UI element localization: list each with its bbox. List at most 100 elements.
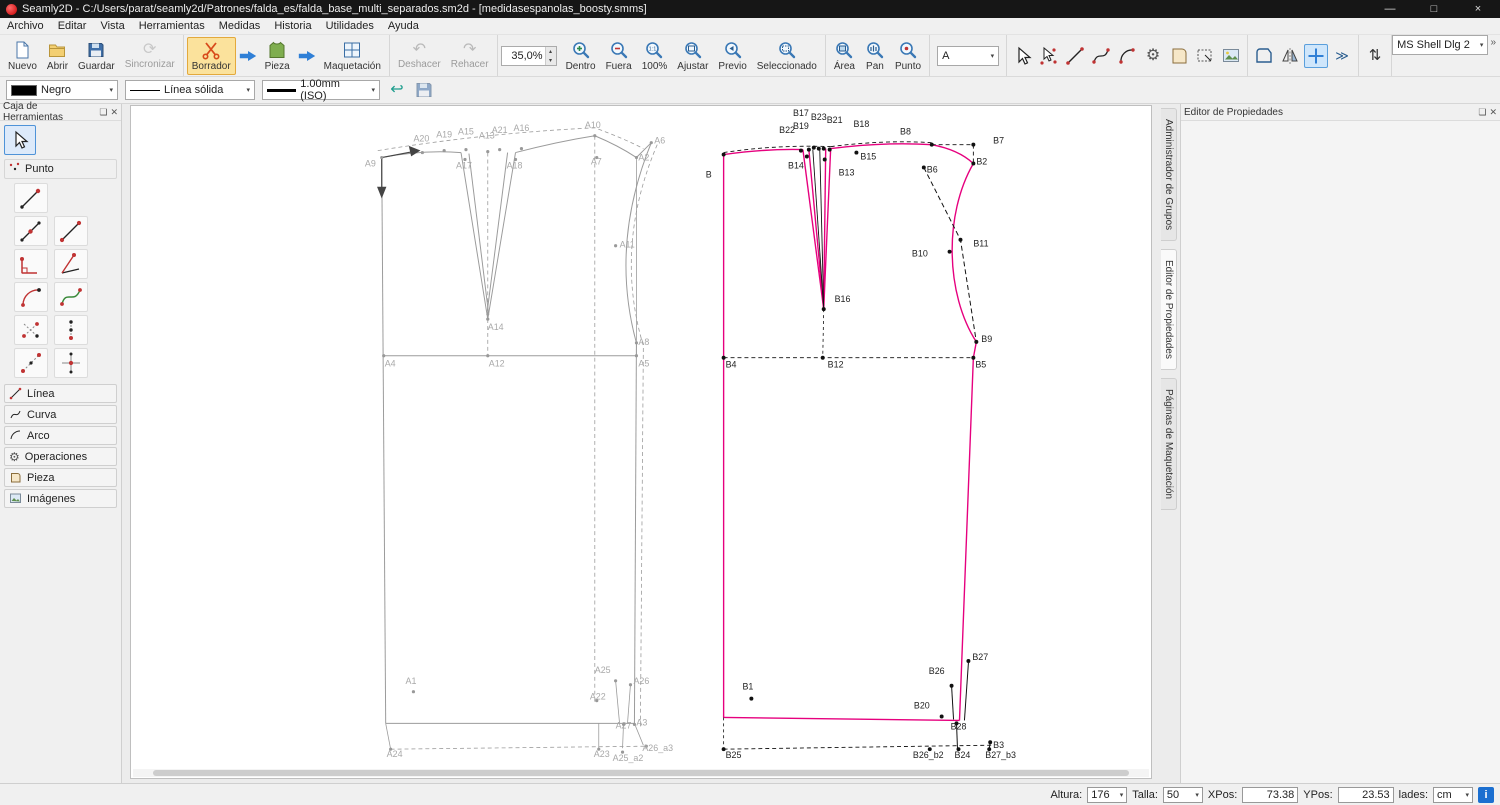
draft-block-select[interactable]: A ▾: [937, 45, 1000, 66]
point-A25[interactable]: [614, 679, 618, 683]
minimize-button[interactable]: —: [1368, 0, 1412, 18]
status-select-altura[interactable]: 176 ▾: [1087, 786, 1128, 803]
point-B9[interactable]: [974, 339, 979, 344]
point-A26[interactable]: [628, 683, 633, 687]
toolbox-section-punto[interactable]: Punto: [4, 159, 117, 179]
toolbar-node-select-tool[interactable]: [1037, 44, 1061, 68]
point-B18[interactable]: [827, 147, 832, 152]
point-A20[interactable]: [420, 150, 424, 155]
point-A19[interactable]: [442, 149, 446, 153]
toolbar-zoom-100[interactable]: 1:1 100%: [637, 37, 673, 75]
point-intersect-xy[interactable]: [14, 315, 48, 345]
float-panel-icon[interactable]: ❏: [1478, 107, 1486, 118]
toolbar-fuera[interactable]: Fuera: [601, 37, 637, 75]
point-B22[interactable]: [798, 148, 803, 153]
point-A11[interactable]: [614, 244, 618, 248]
toolbar-abrir[interactable]: Abrir: [42, 37, 73, 75]
menu-herramientas[interactable]: Herramientas: [132, 19, 212, 33]
status-select-lades[interactable]: cm ▾: [1433, 786, 1473, 803]
point-triangle[interactable]: [14, 348, 48, 378]
point-B20[interactable]: [939, 714, 944, 719]
drawing-canvas[interactable]: A9 A20 A19 A15 A13 A21 A16 A10 A6 A2 A17 A18 A7 A11 A1…: [130, 105, 1152, 779]
units-info-icon[interactable]: i: [1478, 786, 1494, 803]
point-B17[interactable]: [811, 145, 816, 150]
toolbar-more-tools[interactable]: ≫: [1330, 44, 1354, 68]
toolbox-section-pieza[interactable]: Pieza: [4, 468, 117, 487]
menu-historia[interactable]: Historia: [267, 19, 318, 33]
menu-ayuda[interactable]: Ayuda: [381, 19, 426, 33]
toolbar-pan[interactable]: Pan: [860, 37, 890, 75]
toolbar-punto[interactable]: Punto: [890, 37, 926, 75]
toolbar-previo[interactable]: Previo: [713, 37, 751, 75]
maximize-button[interactable]: □: [1412, 0, 1456, 18]
point-B21[interactable]: [821, 146, 826, 151]
line-color-select[interactable]: Negro ▾: [6, 80, 118, 100]
point-A10[interactable]: [593, 134, 597, 138]
point-B2[interactable]: [971, 161, 976, 166]
side-tab-administrador-de-grupos[interactable]: Administrador de Grupos: [1161, 108, 1177, 242]
point-A9[interactable]: [380, 155, 384, 160]
toolbar-piece-tool[interactable]: [1167, 44, 1191, 68]
point-A6[interactable]: [649, 141, 653, 145]
point-B6[interactable]: [921, 165, 926, 170]
toolbox-section-operaciones[interactable]: ⚙ Operaciones: [4, 447, 117, 466]
toolbar-line-tool[interactable]: [1063, 44, 1087, 68]
point-at-distance-angle[interactable]: [14, 183, 48, 213]
point-B26[interactable]: [949, 683, 954, 688]
point-on-perpendicular[interactable]: [14, 249, 48, 279]
point-A5[interactable]: [634, 354, 639, 358]
status-select-talla[interactable]: 50 ▾: [1162, 786, 1203, 803]
draft-block-b[interactable]: BB22B19B17 B23 B21 B18B8B7B2B14B13B15B6B16B…: [706, 108, 1016, 760]
point-B23[interactable]: [816, 146, 821, 151]
canvas-hscrollbar[interactable]: [133, 769, 1149, 777]
toolbar-select-tool[interactable]: [1011, 44, 1035, 68]
point-A16[interactable]: [519, 147, 524, 151]
toolbar-area[interactable]: Área: [829, 37, 860, 75]
point-along-line[interactable]: [14, 216, 48, 246]
point-B12[interactable]: [820, 355, 825, 360]
zoom-spinner[interactable]: 35,0% ▴ ▾: [500, 45, 557, 66]
toolbar-sincronizar[interactable]: ⟳ Sincronizar: [120, 39, 180, 73]
toolbox-section-arco[interactable]: Arco: [4, 426, 117, 445]
toolbox-section-imagenes[interactable]: Imágenes: [4, 489, 117, 508]
toolbar-dentro[interactable]: Dentro: [561, 37, 601, 75]
point-from-arc[interactable]: [14, 282, 48, 312]
point-A4[interactable]: [382, 354, 386, 358]
toolbar-overflow-chevron[interactable]: »: [1490, 37, 1496, 48]
side-tab-paginas-de-maquetacion[interactable]: Páginas de Maquetación: [1161, 378, 1177, 511]
toolbar-mirror-tool[interactable]: [1278, 44, 1302, 68]
point-from-curve[interactable]: [54, 282, 88, 312]
toolbar-nuevo[interactable]: Nuevo: [3, 37, 42, 75]
menu-utilidades[interactable]: Utilidades: [319, 19, 381, 33]
toolbar-pointer-crosshair-tool[interactable]: [1304, 43, 1329, 68]
point-vertical-axis[interactable]: [54, 315, 88, 345]
line-type-select[interactable]: Línea sólida ▾: [125, 80, 255, 100]
toolbar-maquetacion[interactable]: Maquetación: [319, 37, 386, 75]
toolbar-borrador[interactable]: Borrador: [186, 36, 236, 75]
point-B1[interactable]: [749, 696, 754, 701]
point-B11[interactable]: [958, 237, 963, 242]
toolbar-seleccionado[interactable]: Seleccionado: [752, 37, 822, 75]
point-A12[interactable]: [486, 354, 490, 358]
toolbar-deshacer[interactable]: ↶ Deshacer: [393, 39, 446, 73]
toolbox-section-curva[interactable]: Curva: [4, 405, 117, 424]
close-panel-icon[interactable]: ✕: [1489, 107, 1497, 118]
reset-style-button[interactable]: ↩: [387, 80, 407, 100]
point-A15[interactable]: [464, 148, 468, 152]
point-B15[interactable]: [854, 150, 859, 155]
point-B27[interactable]: [966, 658, 971, 663]
point-A1[interactable]: [411, 690, 416, 694]
line-width-select[interactable]: 1.00mm (ISO) ▾: [262, 78, 380, 102]
point-A13[interactable]: [486, 150, 490, 154]
point-B14[interactable]: [804, 154, 809, 159]
toolbox-section-linea[interactable]: Línea: [4, 384, 117, 403]
toolbar-union-tool[interactable]: [1252, 44, 1276, 68]
point-A14[interactable]: [486, 317, 490, 321]
toolbar-arc-tool[interactable]: [1115, 44, 1139, 68]
toolbar-swap-tool[interactable]: ⇅: [1363, 44, 1387, 68]
point-B7[interactable]: [971, 142, 976, 147]
point-axis-intersect[interactable]: [54, 348, 88, 378]
font-select[interactable]: MS Shell Dlg 2 ▾: [1392, 35, 1489, 55]
toolbar-operations-tool[interactable]: ⚙: [1141, 44, 1165, 68]
point-B16[interactable]: [821, 307, 826, 312]
